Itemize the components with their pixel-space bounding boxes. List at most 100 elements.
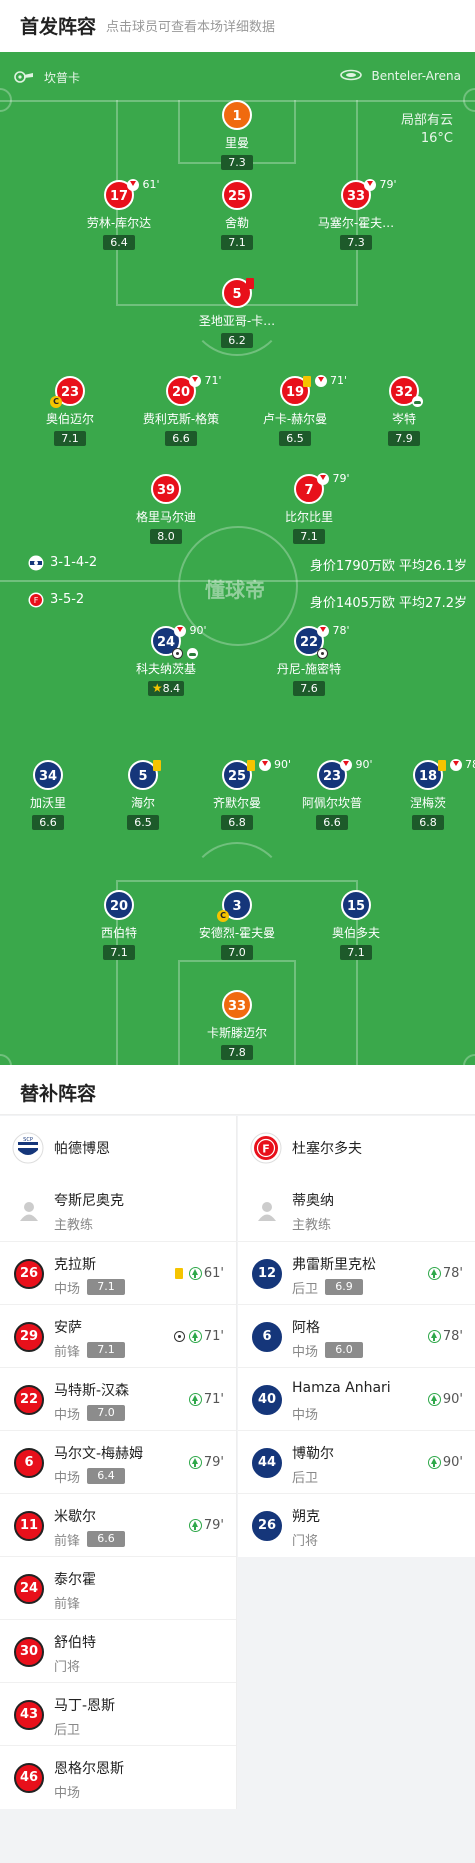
sub-off-icon	[317, 625, 329, 637]
paderborn-logo-icon	[28, 555, 44, 575]
sub-off-icon	[189, 375, 201, 387]
jersey-number: 40	[252, 1385, 282, 1415]
sub-player-row[interactable]: 26 朔克 门将	[238, 1494, 475, 1557]
subs-title: 替补阵容	[20, 1083, 97, 1105]
coach-role: 主教练	[54, 1218, 94, 1233]
sub-player-row[interactable]: 12 弗雷斯里克松 后卫 6.9 78'	[238, 1242, 475, 1305]
player-rating: 6.6	[316, 815, 348, 830]
coach-name: 夸斯尼奥克	[54, 1193, 124, 1209]
sub-player-row[interactable]: 43 马丁-恩斯 后卫	[0, 1683, 236, 1746]
sub-player-row[interactable]: 46 恩格尔恩斯 中场	[0, 1746, 236, 1809]
jersey-number: 33	[222, 990, 252, 1020]
player-away-20[interactable]: 20 西伯特 7.1	[59, 890, 179, 960]
player-home-32[interactable]: 32 岑特 7.9	[344, 376, 464, 446]
player-name: 圣地亚哥-卡…	[198, 314, 276, 328]
sub-off-icon	[449, 759, 462, 771]
player-name: 弗雷斯里克松	[292, 1257, 376, 1273]
player-name: 科夫纳茨基	[135, 662, 196, 676]
player-home-23[interactable]: 23 奥伯迈尔 7.1 C	[10, 376, 130, 446]
yellow-card-icon	[247, 759, 255, 771]
player-name: 舒伯特	[54, 1635, 96, 1651]
assist-icon	[412, 395, 423, 407]
away-formation: 3-5-2	[50, 592, 85, 607]
player-name: 卡斯滕迈尔	[206, 1026, 267, 1040]
sub-player-row[interactable]: 24 泰尔霍 前锋	[0, 1557, 236, 1620]
player-away-33[interactable]: 33 卡斯滕迈尔 7.8	[177, 990, 297, 1060]
home-coach-row[interactable]: 夸斯尼奥克 主教练	[0, 1178, 236, 1242]
sub-player-row[interactable]: 11 米歇尔 前锋 6.6 79'	[0, 1494, 236, 1557]
sub-player-row[interactable]: 29 安萨 前锋 7.1 71'	[0, 1305, 236, 1368]
svg-text:F: F	[262, 1143, 270, 1156]
whistle-icon	[14, 71, 34, 86]
page-title: 首发阵容	[20, 16, 97, 38]
jersey-number: 30	[14, 1637, 44, 1667]
subs-header: 替补阵容	[0, 1065, 475, 1115]
player-position: 后卫	[292, 1282, 319, 1297]
player-rating: 7.1	[87, 1342, 125, 1358]
sub-player-row[interactable]: 22 马特斯-汉森 中场 7.0 71'	[0, 1368, 236, 1431]
captain-icon: C	[50, 396, 62, 408]
player-name: 马尔文-梅赫姆	[54, 1446, 144, 1462]
sub-on-icon	[188, 1456, 202, 1469]
sub-events: 79'	[188, 1455, 224, 1470]
corner-arc	[463, 88, 475, 112]
sub-player-row[interactable]: 30 舒伯特 门将	[0, 1620, 236, 1683]
lineup-header: 首发阵容 点击球员可查看本场详细数据	[0, 0, 475, 52]
player-home-17[interactable]: 17 劳林-库尔达 6.4 61'	[59, 178, 179, 250]
pitch: 坎普卡 Benteler-Arena 局部有云 16°C 1 里曼 7.3 17…	[0, 52, 475, 1065]
player-rating: 6.4	[103, 235, 135, 250]
player-home-39[interactable]: 39 格里马尔迪 8.0	[106, 474, 226, 544]
sub-out-event: 79'	[364, 178, 397, 191]
player-position: 中场	[54, 1282, 81, 1297]
player-home-19[interactable]: 19 卢卡-赫尔曼 6.5 71'	[235, 374, 355, 446]
player-home-5[interactable]: 5 圣地亚哥-卡… 6.2	[177, 277, 297, 348]
player-away-3[interactable]: 3 安德烈-霍夫曼 7.0 C	[177, 890, 297, 960]
sub-on-icon	[427, 1267, 441, 1280]
player-away-22[interactable]: 22 丹尼-施密特 7.6 78'	[249, 624, 369, 696]
player-name: 奥伯多夫	[331, 926, 380, 940]
player-home-25[interactable]: 25 舍勒 7.1	[177, 180, 297, 250]
away-team-info: 身价1405万欧 平均27.2岁	[309, 596, 467, 611]
sub-off-icon	[340, 759, 352, 771]
jersey-number: 46	[14, 1763, 44, 1793]
jersey-number: 29	[14, 1322, 44, 1352]
player-position: 中场	[292, 1408, 319, 1423]
player-home-7[interactable]: 7 比尔比里 7.1 79'	[249, 472, 369, 544]
sub-off-icon	[174, 625, 186, 637]
weather-info: 局部有云 16°C	[401, 112, 453, 148]
sub-on-icon	[188, 1267, 202, 1280]
player-name: 安萨	[54, 1320, 82, 1336]
away-coach-row[interactable]: 蒂奥纳 主教练	[238, 1178, 475, 1242]
player-position: 前锋	[54, 1534, 81, 1549]
sub-out-event: 61'	[127, 178, 160, 191]
sub-player-row[interactable]: 44 博勒尔 后卫 90'	[238, 1431, 475, 1494]
sub-off-icon	[127, 179, 139, 191]
player-name: 克拉斯	[54, 1257, 96, 1273]
player-home-20[interactable]: 20 费利克斯-格策 6.6 71'	[121, 374, 241, 446]
player-name: 劳林-库尔达	[86, 216, 152, 230]
player-home-1[interactable]: 1 里曼 7.3	[177, 100, 297, 170]
sub-player-row[interactable]: 6 马尔文-梅赫姆 中场 6.4 79'	[0, 1431, 236, 1494]
sub-player-row[interactable]: 6 阿格 中场 6.0 78'	[238, 1305, 475, 1368]
player-rating: 6.8	[412, 815, 444, 830]
player-away-24[interactable]: 24 科夫纳茨基 ★8.4 90'	[106, 624, 226, 696]
corner-arc	[463, 1054, 475, 1065]
player-away-18[interactable]: 18 涅梅茨 6.8 78'	[368, 758, 475, 830]
duesseldorf-logo-icon: F	[28, 592, 44, 612]
player-rating: 7.1	[87, 1279, 125, 1295]
player-name: 恩格尔恩斯	[54, 1761, 124, 1777]
player-position: 中场	[292, 1345, 319, 1360]
player-away-15[interactable]: 15 奥伯多夫 7.1	[296, 890, 416, 960]
coach-name: 蒂奥纳	[292, 1193, 334, 1209]
corner-arc	[0, 1054, 12, 1065]
sub-player-row[interactable]: 26 克拉斯 中场 7.1 61'	[0, 1242, 236, 1305]
player-rating: 7.6	[293, 681, 325, 696]
sub-player-row[interactable]: 40 Hamza Anhari 中场 90'	[238, 1368, 475, 1431]
jersey-number: 43	[14, 1700, 44, 1730]
player-rating: ★8.4	[147, 681, 185, 696]
jersey-number: 34	[33, 760, 63, 790]
player-home-33[interactable]: 33 马塞尔-霍夫… 7.3 79'	[296, 178, 416, 250]
home-team-header[interactable]: SCP 帕德博恩	[0, 1116, 236, 1178]
jersey-number: 12	[252, 1259, 282, 1289]
away-team-header[interactable]: F 杜塞尔多夫	[238, 1116, 475, 1178]
